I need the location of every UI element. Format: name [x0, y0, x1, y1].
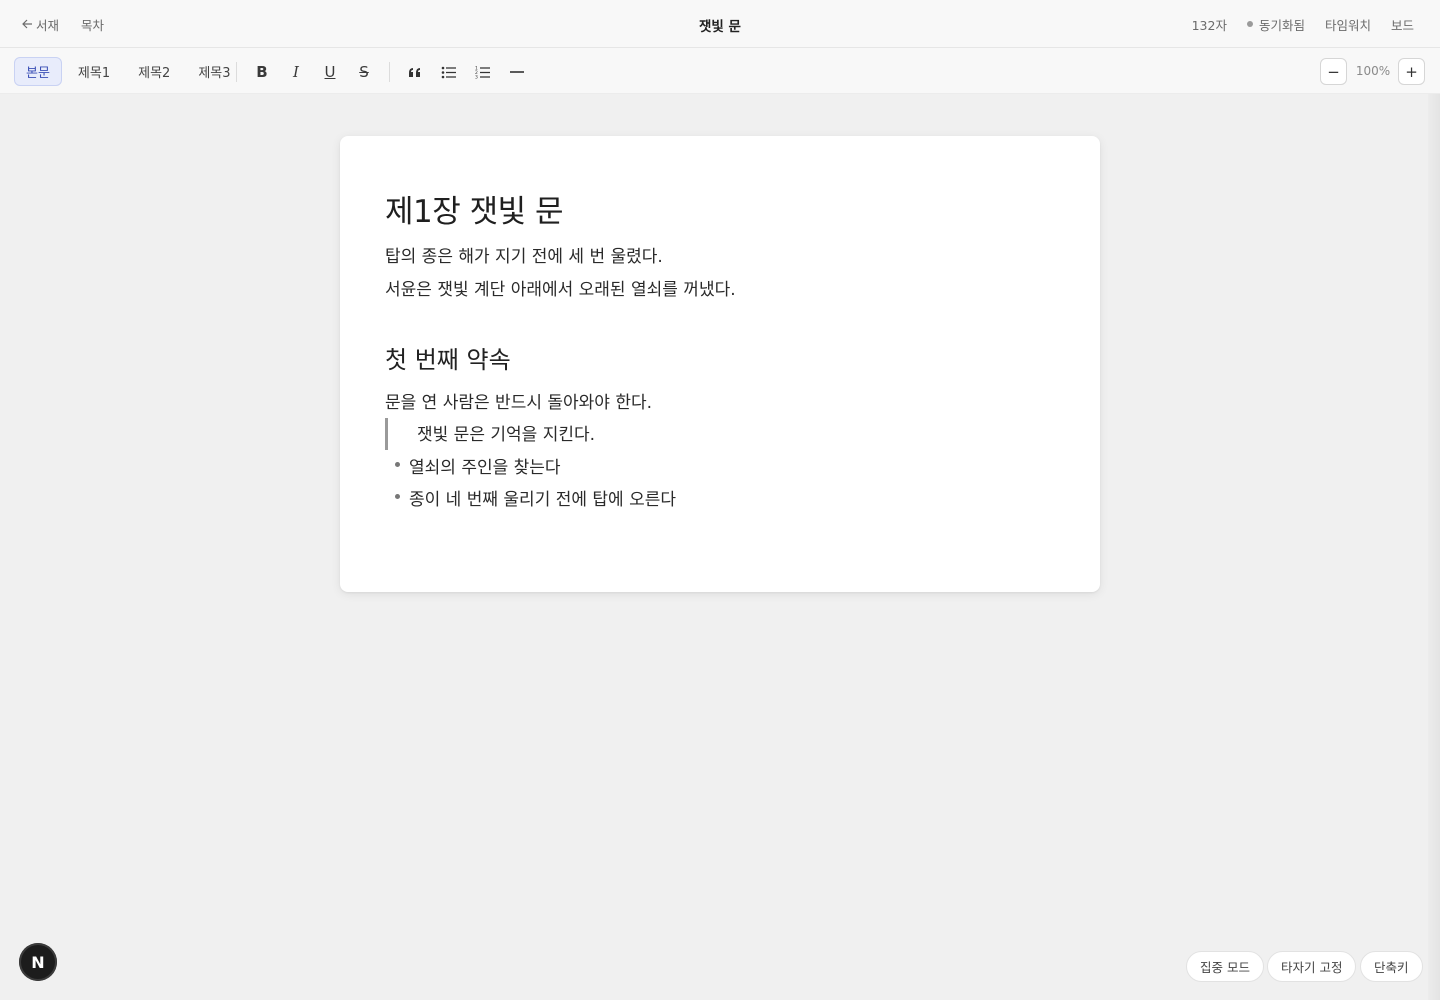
underline-icon: U: [324, 63, 336, 81]
focus-mode-button[interactable]: 집중 모드: [1186, 951, 1264, 982]
sync-label: 동기화됨: [1258, 17, 1305, 33]
typewriter-lock-button[interactable]: 타자기 고정: [1267, 951, 1357, 982]
plus-icon: +: [1405, 62, 1418, 81]
minus-icon: −: [1327, 62, 1340, 81]
toolbar-divider: [389, 62, 390, 82]
numbered-list-icon: 123: [475, 65, 491, 79]
board-button[interactable]: 보드: [1391, 15, 1414, 34]
top-bar: 서재 목차 잿빛 문 132자 동기화됨 타임워치 보드: [0, 0, 1440, 48]
svg-text:3: 3: [475, 75, 478, 80]
blockquote[interactable]: 잿빛 문은 기억을 지킨다.: [417, 420, 595, 445]
style-body-button[interactable]: 본문: [14, 57, 62, 86]
quote-icon: [408, 67, 422, 78]
char-count: 132자: [1191, 17, 1227, 33]
user-avatar[interactable]: N: [19, 943, 57, 981]
italic-button[interactable]: I: [283, 60, 309, 84]
list-item[interactable]: 열쇠의 주인을 찾는다: [409, 453, 561, 478]
paragraph[interactable]: 문을 연 사람은 반드시 돌아와야 한다.: [385, 388, 652, 413]
horizontal-rule-button[interactable]: [504, 60, 530, 84]
style-heading2-button[interactable]: 제목2: [126, 57, 182, 86]
shortcuts-button[interactable]: 단축키: [1360, 951, 1423, 982]
bullet-list-button[interactable]: [436, 60, 462, 84]
blockquote-bar: [385, 418, 388, 450]
zoom-level: 100%: [1355, 64, 1391, 78]
strikethrough-button[interactable]: S: [351, 60, 377, 84]
typewriter-button[interactable]: 타임워치: [1325, 15, 1371, 34]
blockquote-button[interactable]: [402, 60, 428, 84]
sync-status: 동기화됨: [1246, 15, 1305, 34]
zoom-in-button[interactable]: +: [1398, 58, 1425, 85]
style-heading3-button[interactable]: 제목3: [186, 57, 242, 86]
sync-dot-icon: [1246, 21, 1253, 27]
paragraph-style-group: 본문 제목1 제목2 제목3: [14, 57, 243, 86]
back-label: 서재: [36, 17, 60, 33]
bullet-icon: [395, 462, 400, 467]
top-bar-left: 서재 목차: [22, 0, 104, 48]
toc-button[interactable]: 목차: [81, 15, 104, 34]
toolbar-divider: [236, 62, 237, 82]
scrollbar[interactable]: [1428, 94, 1440, 1000]
chapter-heading[interactable]: 제1장 잿빛 문: [385, 186, 564, 231]
paragraph[interactable]: 서윤은 잿빛 계단 아래에서 오래된 열쇠를 꺼냈다.: [385, 275, 736, 300]
top-bar-right: 132자 동기화됨 타임워치 보드: [1192, 0, 1414, 48]
document-page[interactable]: 제1장 잿빛 문 탑의 종은 해가 지기 전에 세 번 울렸다. 서윤은 잿빛 …: [340, 136, 1100, 592]
horizontal-rule-icon: [510, 70, 524, 74]
style-heading1-button[interactable]: 제목1: [66, 57, 122, 86]
list-item[interactable]: 종이 네 번째 울리기 전에 탑에 오른다: [409, 485, 676, 510]
back-to-library-button[interactable]: 서재: [22, 15, 59, 34]
bullet-icon: [395, 494, 400, 499]
underline-button[interactable]: U: [317, 60, 343, 84]
bold-button[interactable]: B: [249, 60, 275, 84]
numbered-list-button[interactable]: 123: [470, 60, 496, 84]
zoom-out-button[interactable]: −: [1320, 58, 1347, 85]
bold-icon: B: [256, 63, 268, 81]
italic-icon: I: [293, 63, 299, 81]
format-toolbar: 본문 제목1 제목2 제목3 B I U S 123 − 100% +: [0, 48, 1440, 94]
paragraph[interactable]: 탑의 종은 해가 지기 전에 세 번 울렸다.: [385, 242, 663, 267]
bullet-list-icon: [441, 66, 457, 79]
section-heading[interactable]: 첫 번째 약속: [385, 340, 511, 375]
strikethrough-icon: S: [359, 63, 369, 81]
arrow-left-icon: [22, 17, 33, 32]
